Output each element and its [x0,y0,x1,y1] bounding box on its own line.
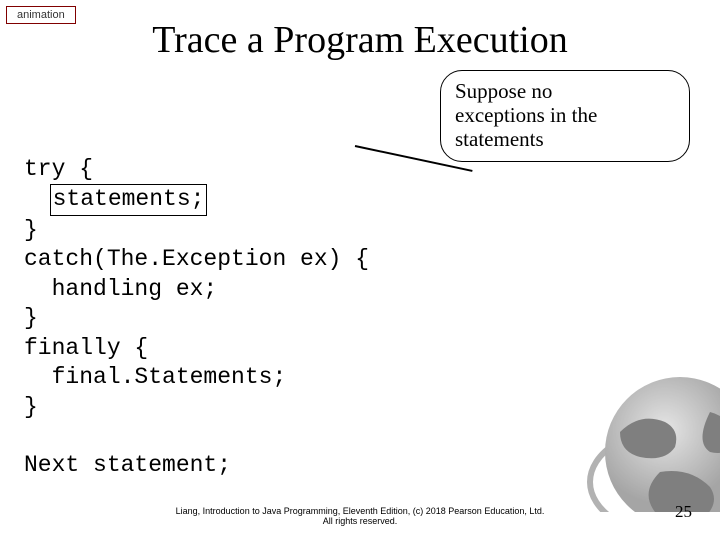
page-number: 25 [675,502,692,522]
footer-line: All rights reserved. [0,516,720,526]
code-line: finally { [24,335,148,361]
page-title: Trace a Program Execution [0,18,720,62]
globe-icon [560,352,720,512]
callout-box: Suppose no exceptions in the statements [440,70,690,162]
callout-text-line: exceptions in the [455,103,675,127]
code-line: handling ex; [24,276,217,302]
slide: animation Trace a Program Execution Supp… [0,0,720,540]
code-indent [24,186,52,212]
code-line: } [24,394,38,420]
code-line: Next statement; [24,452,231,478]
code-line: } [24,305,38,331]
code-block: try { statements; } catch(The.Exception … [24,155,369,481]
footer-line: Liang, Introduction to Java Programming,… [0,506,720,516]
highlighted-statement: statements; [50,184,208,215]
footer-credit: Liang, Introduction to Java Programming,… [0,506,720,526]
callout-text-line: Suppose no [455,79,675,103]
callout-text-line: statements [455,127,675,151]
code-line: try { [24,156,93,182]
code-line: final.Statements; [24,364,286,390]
code-line: catch(The.Exception ex) { [24,246,369,272]
code-line: } [24,217,38,243]
